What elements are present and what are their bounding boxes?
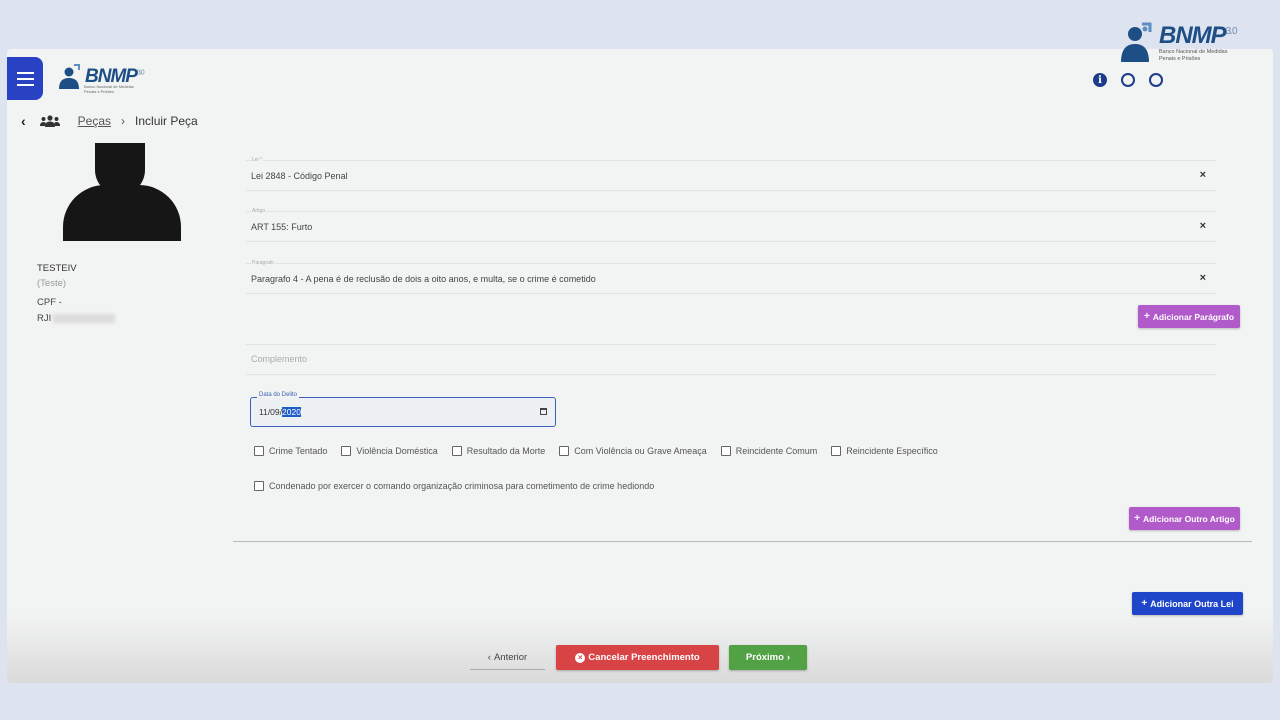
chevron-left-icon: ‹ bbox=[487, 652, 491, 663]
person-name: TESTEIV bbox=[37, 263, 77, 274]
checkbox-violencia-grave-ameaca[interactable]: Com Violência ou Grave Ameaça bbox=[559, 446, 707, 456]
clear-artigo-icon[interactable]: × bbox=[1200, 220, 1206, 232]
corner-logo-version: 3.0 bbox=[1225, 25, 1238, 37]
checkbox-crime-tentado[interactable]: Crime Tentado bbox=[254, 446, 327, 456]
breadcrumb: ‹ Peças › Incluir Peça bbox=[21, 113, 198, 129]
paragrafo-label: Paragrafo bbox=[251, 260, 275, 266]
add-artigo-button[interactable]: + Adicionar Outro Artigo bbox=[1129, 507, 1240, 530]
artigo-label: Artigo bbox=[251, 208, 267, 214]
artigo-field[interactable]: Artigo ART 155: Furto × bbox=[246, 208, 1216, 242]
bnmp-person-icon bbox=[59, 64, 80, 89]
app-logo[interactable]: BNMP3.0 Banco Nacional de Medidas Penais… bbox=[56, 63, 145, 94]
checkbox-violencia-domestica[interactable]: Violência Doméstica bbox=[341, 446, 438, 456]
artigo-value: ART 155: Furto bbox=[251, 222, 313, 232]
add-lei-button[interactable]: + Adicionar Outra Lei bbox=[1132, 592, 1243, 615]
checkbox-organizacao-criminosa[interactable]: Condenado por exercer o comando organiza… bbox=[254, 481, 654, 491]
plus-icon: + bbox=[1134, 513, 1141, 524]
person-alias: (Teste) bbox=[37, 278, 67, 290]
clear-paragrafo-icon[interactable]: × bbox=[1200, 272, 1206, 284]
complemento-field[interactable]: Complemento bbox=[246, 344, 1216, 375]
plus-icon: + bbox=[1141, 598, 1148, 609]
top-icons: i bbox=[1093, 73, 1163, 87]
lei-field[interactable]: Lei * Lei 2848 - Código Penal × bbox=[246, 157, 1216, 191]
checkbox-reincidente-comum[interactable]: Reincidente Comum bbox=[720, 446, 817, 456]
redacted-value bbox=[53, 313, 116, 323]
proximo-button[interactable]: Próximo › bbox=[729, 645, 807, 670]
cancelar-button[interactable]: × Cancelar Preenchimento bbox=[556, 645, 719, 670]
checkbox-reincidente-especifico[interactable]: Reincidente Específico bbox=[831, 446, 938, 456]
data-delito-input[interactable]: Data do Delito 11/09/2020 bbox=[250, 392, 556, 427]
anterior-button[interactable]: ‹ Anterior bbox=[470, 646, 545, 670]
person-rji: RJI bbox=[37, 312, 52, 324]
checkbox-row-2: Condenado por exercer o comando organiza… bbox=[254, 481, 668, 491]
divider bbox=[233, 541, 1252, 542]
search-icon[interactable] bbox=[1149, 73, 1163, 87]
corner-logo-title: BNMP bbox=[1159, 21, 1227, 49]
bnmp-person-icon bbox=[1115, 20, 1155, 66]
app-logo-subtitle: Banco Nacional de Medidas Penais e Prisõ… bbox=[84, 84, 134, 94]
corner-logo: BNMP3.0 Banco Nacional de Medidas Penais… bbox=[1115, 18, 1250, 68]
lei-value: Lei 2848 - Código Penal bbox=[251, 171, 348, 181]
breadcrumb-current: Incluir Peça bbox=[135, 114, 198, 128]
paragrafo-value: Paragrafo 4 - A pena é de reclusão de do… bbox=[251, 274, 596, 284]
hamburger-icon bbox=[16, 71, 34, 74]
back-icon[interactable]: ‹ bbox=[21, 113, 26, 129]
top-bar: BNMP3.0 Banco Nacional de Medidas Penais… bbox=[7, 49, 1273, 101]
cancel-circle-icon: × bbox=[575, 652, 586, 663]
corner-logo-subtitle: Banco Nacional de Medidas Penais e Prisõ… bbox=[1159, 48, 1228, 62]
paragrafo-field[interactable]: Paragrafo Paragrafo 4 - A pena é de recl… bbox=[246, 260, 1216, 294]
app-window: BNMP3.0 Banco Nacional de Medidas Penais… bbox=[7, 49, 1273, 683]
clear-lei-icon[interactable]: × bbox=[1200, 169, 1206, 181]
users-icon bbox=[39, 115, 60, 127]
data-delito-day-month: 11/09/ bbox=[259, 407, 283, 417]
plus-icon: + bbox=[1143, 311, 1150, 322]
globe-icon[interactable] bbox=[1121, 73, 1135, 87]
checkbox-row: Crime Tentado Violência Doméstica Result… bbox=[254, 446, 952, 456]
chevron-right-icon: › bbox=[121, 114, 126, 128]
person-info: TESTEIV (Teste) CPF - RJI bbox=[37, 261, 116, 326]
lei-label: Lei * bbox=[251, 157, 264, 163]
person-cpf: CPF - bbox=[37, 297, 62, 309]
calendar-icon[interactable] bbox=[540, 408, 547, 415]
checkbox-resultado-morte[interactable]: Resultado da Morte bbox=[451, 446, 545, 456]
chevron-right-icon: › bbox=[786, 652, 791, 663]
complemento-placeholder: Complemento bbox=[251, 354, 308, 364]
avatar bbox=[63, 143, 181, 241]
info-icon[interactable]: i bbox=[1093, 73, 1107, 87]
add-paragrafo-button[interactable]: + Adicionar Parágrafo bbox=[1138, 305, 1240, 328]
menu-button[interactable] bbox=[7, 57, 43, 100]
data-delito-year: 2020 bbox=[282, 407, 301, 417]
breadcrumb-link-pecas[interactable]: Peças bbox=[78, 114, 111, 128]
app-logo-version: 3.0 bbox=[136, 69, 145, 77]
data-delito-label: Data do Delito bbox=[257, 392, 300, 398]
